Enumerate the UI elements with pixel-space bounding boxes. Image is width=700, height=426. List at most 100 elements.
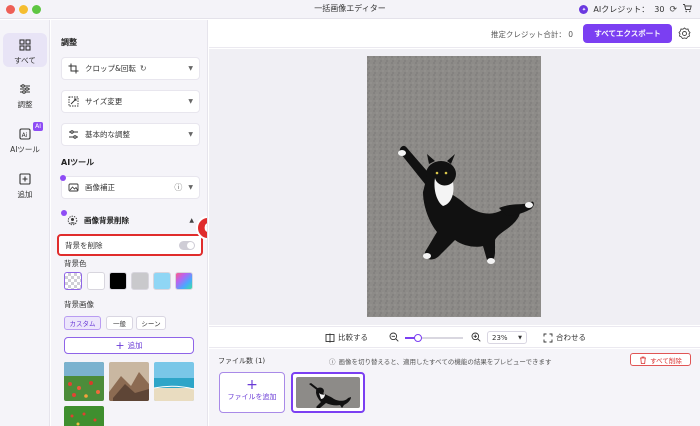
enhance-accordion[interactable]: 画像補正 ⓘ ▼ — [60, 175, 200, 199]
compare-icon — [325, 333, 335, 342]
transparent-swatch[interactable] — [64, 272, 82, 290]
cart-icon[interactable] — [682, 3, 692, 16]
resize-accordion[interactable]: サイズ変更 ▼ — [61, 90, 200, 113]
add-file-label: ファイルを追加 — [227, 393, 277, 401]
add-square-icon — [19, 173, 31, 185]
crop-rotate-accordion[interactable]: クロップ&回転 ↻ ▼ — [61, 57, 200, 80]
credits-value: 30 — [654, 5, 665, 14]
rail-label-adjust: 調整 — [17, 100, 33, 109]
zoom-out-icon — [389, 332, 399, 342]
ai-image-icon: Ai — [19, 128, 31, 140]
chevron-down-icon: ▼ — [188, 98, 193, 105]
bg-thumb-meadow[interactable] — [64, 406, 104, 426]
refresh-icon[interactable]: ⟳ — [669, 5, 677, 15]
app-window: 一括画像エディター ✦ AIクレジット： 30 ⟳ すべて 調整 AI Ai A… — [0, 0, 700, 426]
chevron-down-icon: ▼ — [188, 65, 193, 72]
delete-all-button[interactable]: すべて削除 — [630, 353, 691, 366]
add-bg-image-button[interactable]: + 追加 — [64, 337, 194, 354]
bg-remove-accordion-header[interactable]: 画像背景削除 ▲ — [61, 210, 200, 230]
zoom-in-icon — [471, 332, 481, 342]
rail-label-ai-tools: AIツール — [10, 145, 40, 154]
title-bar: 一括画像エディター ✦ AIクレジット： 30 ⟳ — [0, 0, 700, 19]
remove-bg-label: 背景を削除 — [65, 240, 103, 250]
bg-remove-label: 画像背景削除 — [84, 215, 129, 225]
resize-label: サイズ変更 — [85, 97, 123, 106]
enhance-label: 画像補正 — [85, 183, 115, 192]
rail-label-add: 追加 — [17, 190, 33, 199]
image-enhance-icon — [68, 183, 79, 192]
basic-adjust-accordion[interactable]: 基本的な調整 ▼ — [61, 123, 200, 146]
basic-adjust-label: 基本的な調整 — [85, 130, 130, 139]
ai-credits: ✦ AIクレジット： 30 ⟳ — [579, 3, 692, 16]
bg-thumb-flowers[interactable] — [64, 362, 104, 401]
info-icon: ⓘ — [329, 358, 336, 366]
remove-bg-toggle-row: 背景を削除 — [57, 234, 203, 256]
segment-custom[interactable]: カスタム — [64, 316, 101, 330]
compare-label: 比較する — [338, 333, 368, 342]
rail-item-ai-tools[interactable]: AI Ai AIツール — [3, 122, 47, 155]
preview-image[interactable] — [367, 56, 541, 317]
fit-button[interactable]: 合わせる — [543, 332, 586, 343]
add-file-button[interactable]: + ファイルを追加 — [219, 372, 285, 413]
chevron-down-icon: ▼ — [188, 184, 193, 191]
top-bar: 推定クレジット合計： 0 すべてエクスポート — [209, 20, 700, 48]
estimated-credits-value: 0 — [568, 30, 573, 39]
ai-badge: AI — [33, 122, 43, 131]
rotate-icon: ↻ — [139, 64, 147, 73]
bg-remove-icon — [67, 215, 78, 225]
remove-bg-toggle[interactable] — [179, 240, 195, 250]
zoom-in-button[interactable] — [471, 332, 481, 342]
zoom-toolbar: 比較する 23% ▼ 合わせる — [209, 326, 700, 348]
zoom-out-button[interactable] — [389, 332, 399, 342]
fit-screen-icon — [543, 333, 553, 342]
color-swatch-white[interactable] — [87, 272, 105, 290]
chevron-up-icon: ▲ — [189, 216, 194, 224]
color-swatch-black[interactable] — [109, 272, 127, 290]
add-bg-image-label: 追加 — [127, 341, 143, 350]
chevron-down-icon: ▼ — [518, 334, 522, 341]
segment-scene[interactable]: シーン — [136, 316, 166, 330]
fit-label: 合わせる — [556, 333, 586, 342]
bg-thumb-beach[interactable] — [154, 362, 194, 401]
zoom-slider-knob[interactable] — [414, 334, 423, 342]
files-strip: ファイル数 (1) ⓘ 画像を切り替えると、適用したすべての機能の結果をプレビュ… — [209, 349, 700, 426]
estimated-credits: 推定クレジット合計： 0 — [491, 29, 573, 40]
zoom-value: 23% — [492, 333, 508, 342]
sliders-icon — [69, 130, 78, 139]
sliders-icon — [20, 84, 30, 94]
delete-all-label: すべて削除 — [650, 356, 682, 365]
chevron-down-icon: ▼ — [188, 131, 193, 138]
rail-item-add[interactable]: 追加 — [3, 172, 47, 200]
color-picker-swatch[interactable] — [175, 272, 193, 290]
svg-text:Ai: Ai — [22, 132, 28, 139]
adjust-heading: 調整 — [61, 38, 77, 47]
color-swatch-blue[interactable] — [153, 272, 171, 290]
bg-color-label: 背景色 — [64, 259, 87, 268]
zoom-select[interactable]: 23% ▼ — [487, 331, 527, 344]
ai-dot-icon — [60, 175, 66, 181]
files-info-text: 画像を切り替えると、適用したすべての機能の結果をプレビューできます — [338, 358, 552, 366]
plus-icon: + — [246, 377, 258, 393]
zoom-slider[interactable] — [405, 334, 463, 342]
grid-icon — [19, 39, 31, 51]
left-rail: すべて 調整 AI Ai AIツール 追加 — [0, 20, 50, 426]
rail-item-adjust[interactable]: 調整 — [3, 82, 47, 110]
export-all-button[interactable]: すべてエクスポート — [583, 24, 672, 43]
crop-icon — [68, 63, 79, 74]
credits-label: AIクレジット： — [593, 5, 650, 14]
info-icon[interactable]: ⓘ — [174, 182, 182, 193]
rail-label-all: すべて — [14, 56, 36, 65]
file-thumbnail[interactable] — [291, 372, 365, 413]
resize-icon — [68, 96, 79, 107]
bg-thumb-rock[interactable] — [109, 362, 149, 401]
color-swatch-gray[interactable] — [131, 272, 149, 290]
settings-gear-icon[interactable] — [678, 27, 691, 40]
segment-general[interactable]: 一般 — [106, 316, 133, 330]
crop-label: クロップ&回転 — [85, 64, 136, 73]
bg-image-label: 背景画像 — [64, 300, 94, 309]
rail-item-all[interactable]: すべて — [3, 33, 47, 67]
compare-button[interactable]: 比較する — [325, 332, 368, 343]
trash-icon — [640, 356, 647, 364]
file-count: ファイル数 (1) — [218, 357, 266, 365]
credit-coin-icon: ✦ — [579, 5, 589, 14]
